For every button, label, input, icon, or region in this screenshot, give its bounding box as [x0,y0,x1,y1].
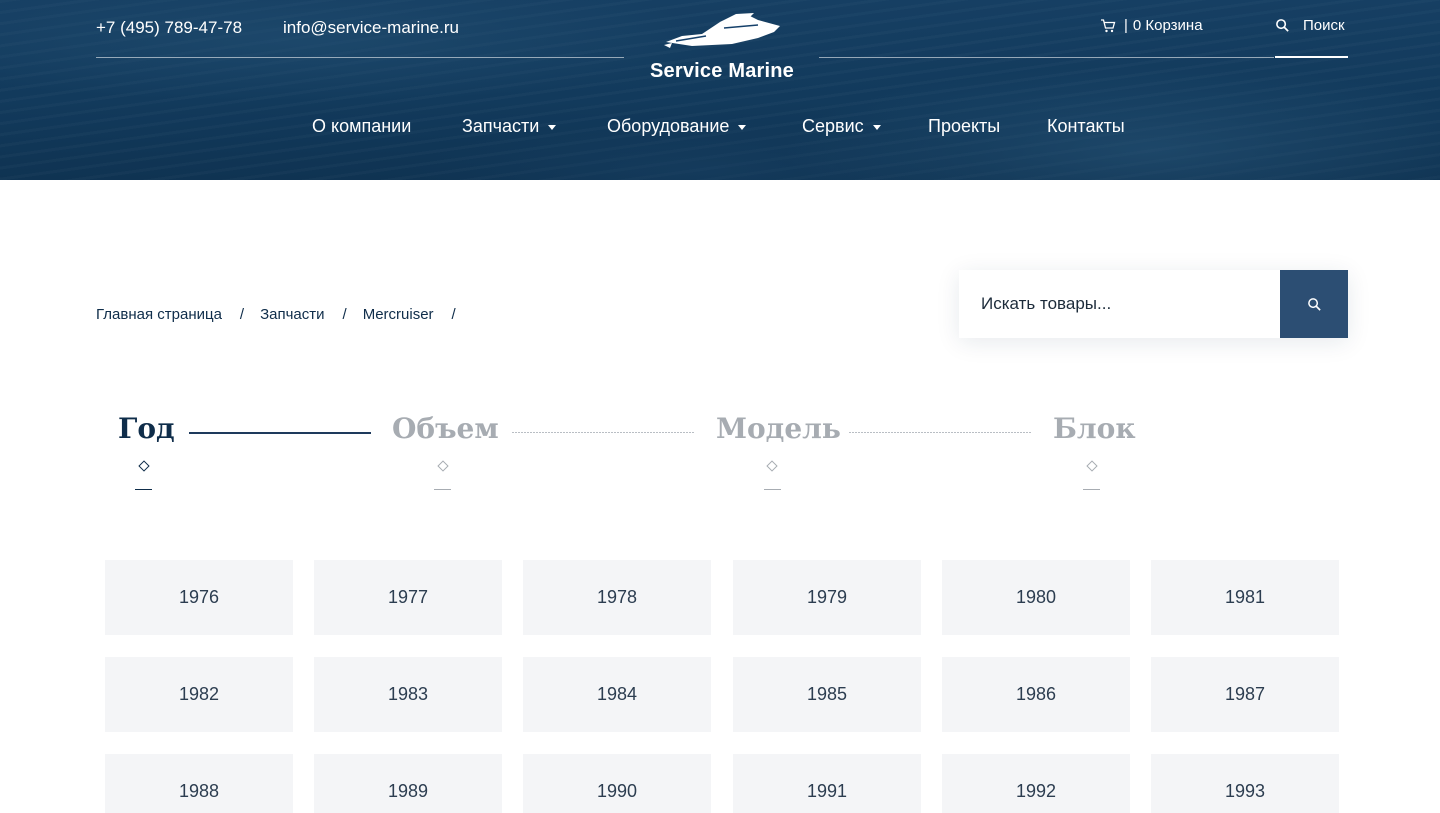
header-divider-left [96,57,624,58]
breadcrumb-separator: / [342,306,347,323]
year-option[interactable]: 1989 [314,754,502,813]
chevron-down-icon [872,125,881,130]
cart-separator: | [1124,17,1128,34]
year-option[interactable]: 1983 [314,657,502,732]
step-year[interactable]: Год [118,412,175,445]
step-connector [189,432,371,434]
step-dash [764,489,781,490]
yacht-icon [664,13,780,48]
site-logo[interactable]: Service Marine [636,12,808,86]
phone-link[interactable]: +7 (495) 789-47-78 [96,18,242,38]
product-search-button[interactable] [1280,270,1348,338]
cart-icon [1101,18,1116,32]
step-connector [849,432,1031,433]
step-dash [434,489,451,490]
step-marker-icon [437,460,449,472]
cart-link[interactable]: | 0 Корзина [1100,17,1203,34]
nav-item-equipment[interactable]: Оборудование [607,116,747,137]
search-underline [1275,56,1348,58]
chevron-down-icon [548,125,557,130]
step-dash [135,489,152,490]
breadcrumb: Главная страница / Запчасти / Mercruiser… [96,306,472,323]
year-option[interactable]: 1976 [105,560,293,635]
step-marker-icon [766,460,778,472]
year-option[interactable]: 1988 [105,754,293,813]
year-option[interactable]: 1977 [314,560,502,635]
chevron-down-icon [738,125,747,130]
email-link[interactable]: info@service-marine.ru [283,18,459,38]
year-option[interactable]: 1982 [105,657,293,732]
year-option[interactable]: 1986 [942,657,1130,732]
header-divider-right [819,57,1274,58]
nav-item-company[interactable]: О компании [312,116,411,137]
step-marker-icon [138,460,150,472]
search-icon [1307,297,1321,311]
step-block[interactable]: Блок [1053,412,1136,445]
nav-label: Оборудование [607,116,730,136]
year-option[interactable]: 1979 [733,560,921,635]
year-option[interactable]: 1984 [523,657,711,732]
year-option[interactable]: 1978 [523,560,711,635]
main-nav: О компании Запчасти Оборудование Сервис … [0,116,1440,142]
year-option[interactable]: 1992 [942,754,1130,813]
step-model[interactable]: Модель [716,412,841,445]
logo-text: Service Marine [650,60,794,82]
product-search-form [959,270,1348,338]
product-search-input[interactable] [959,270,1280,338]
year-option[interactable]: 1985 [733,657,921,732]
nav-item-parts[interactable]: Запчасти [462,116,557,137]
nav-label: О компании [312,116,412,136]
year-option[interactable]: 1991 [733,754,921,813]
breadcrumb-separator: / [451,306,456,323]
breadcrumb-item-home[interactable]: Главная страница [96,306,222,323]
year-option[interactable]: 1993 [1151,754,1339,813]
search-label: Поиск [1303,17,1345,34]
nav-item-projects[interactable]: Проекты [928,116,1000,137]
site-header: +7 (495) 789-47-78 info@service-marine.r… [0,0,1440,180]
year-option[interactable]: 1990 [523,754,711,813]
step-volume[interactable]: Объем [392,412,499,445]
nav-label: Контакты [1047,116,1125,136]
search-icon [1276,19,1289,32]
year-option[interactable]: 1987 [1151,657,1339,732]
nav-item-service[interactable]: Сервис [802,116,881,137]
nav-label: Запчасти [462,116,540,136]
breadcrumb-separator: / [239,306,245,323]
year-option[interactable]: 1980 [942,560,1130,635]
nav-label: Проекты [928,116,1001,136]
step-dash [1083,489,1100,490]
breadcrumb-item-mercruiser[interactable]: Mercruiser [363,306,434,323]
cart-label: 0 Корзина [1132,17,1203,34]
header-search-link[interactable]: Поиск [1275,17,1345,34]
breadcrumb-item-parts[interactable]: Запчасти [260,306,324,323]
step-marker-icon [1086,460,1098,472]
year-option[interactable]: 1981 [1151,560,1339,635]
step-connector [512,432,694,433]
nav-label: Сервис [802,116,864,136]
nav-item-contacts[interactable]: Контакты [1047,116,1125,137]
